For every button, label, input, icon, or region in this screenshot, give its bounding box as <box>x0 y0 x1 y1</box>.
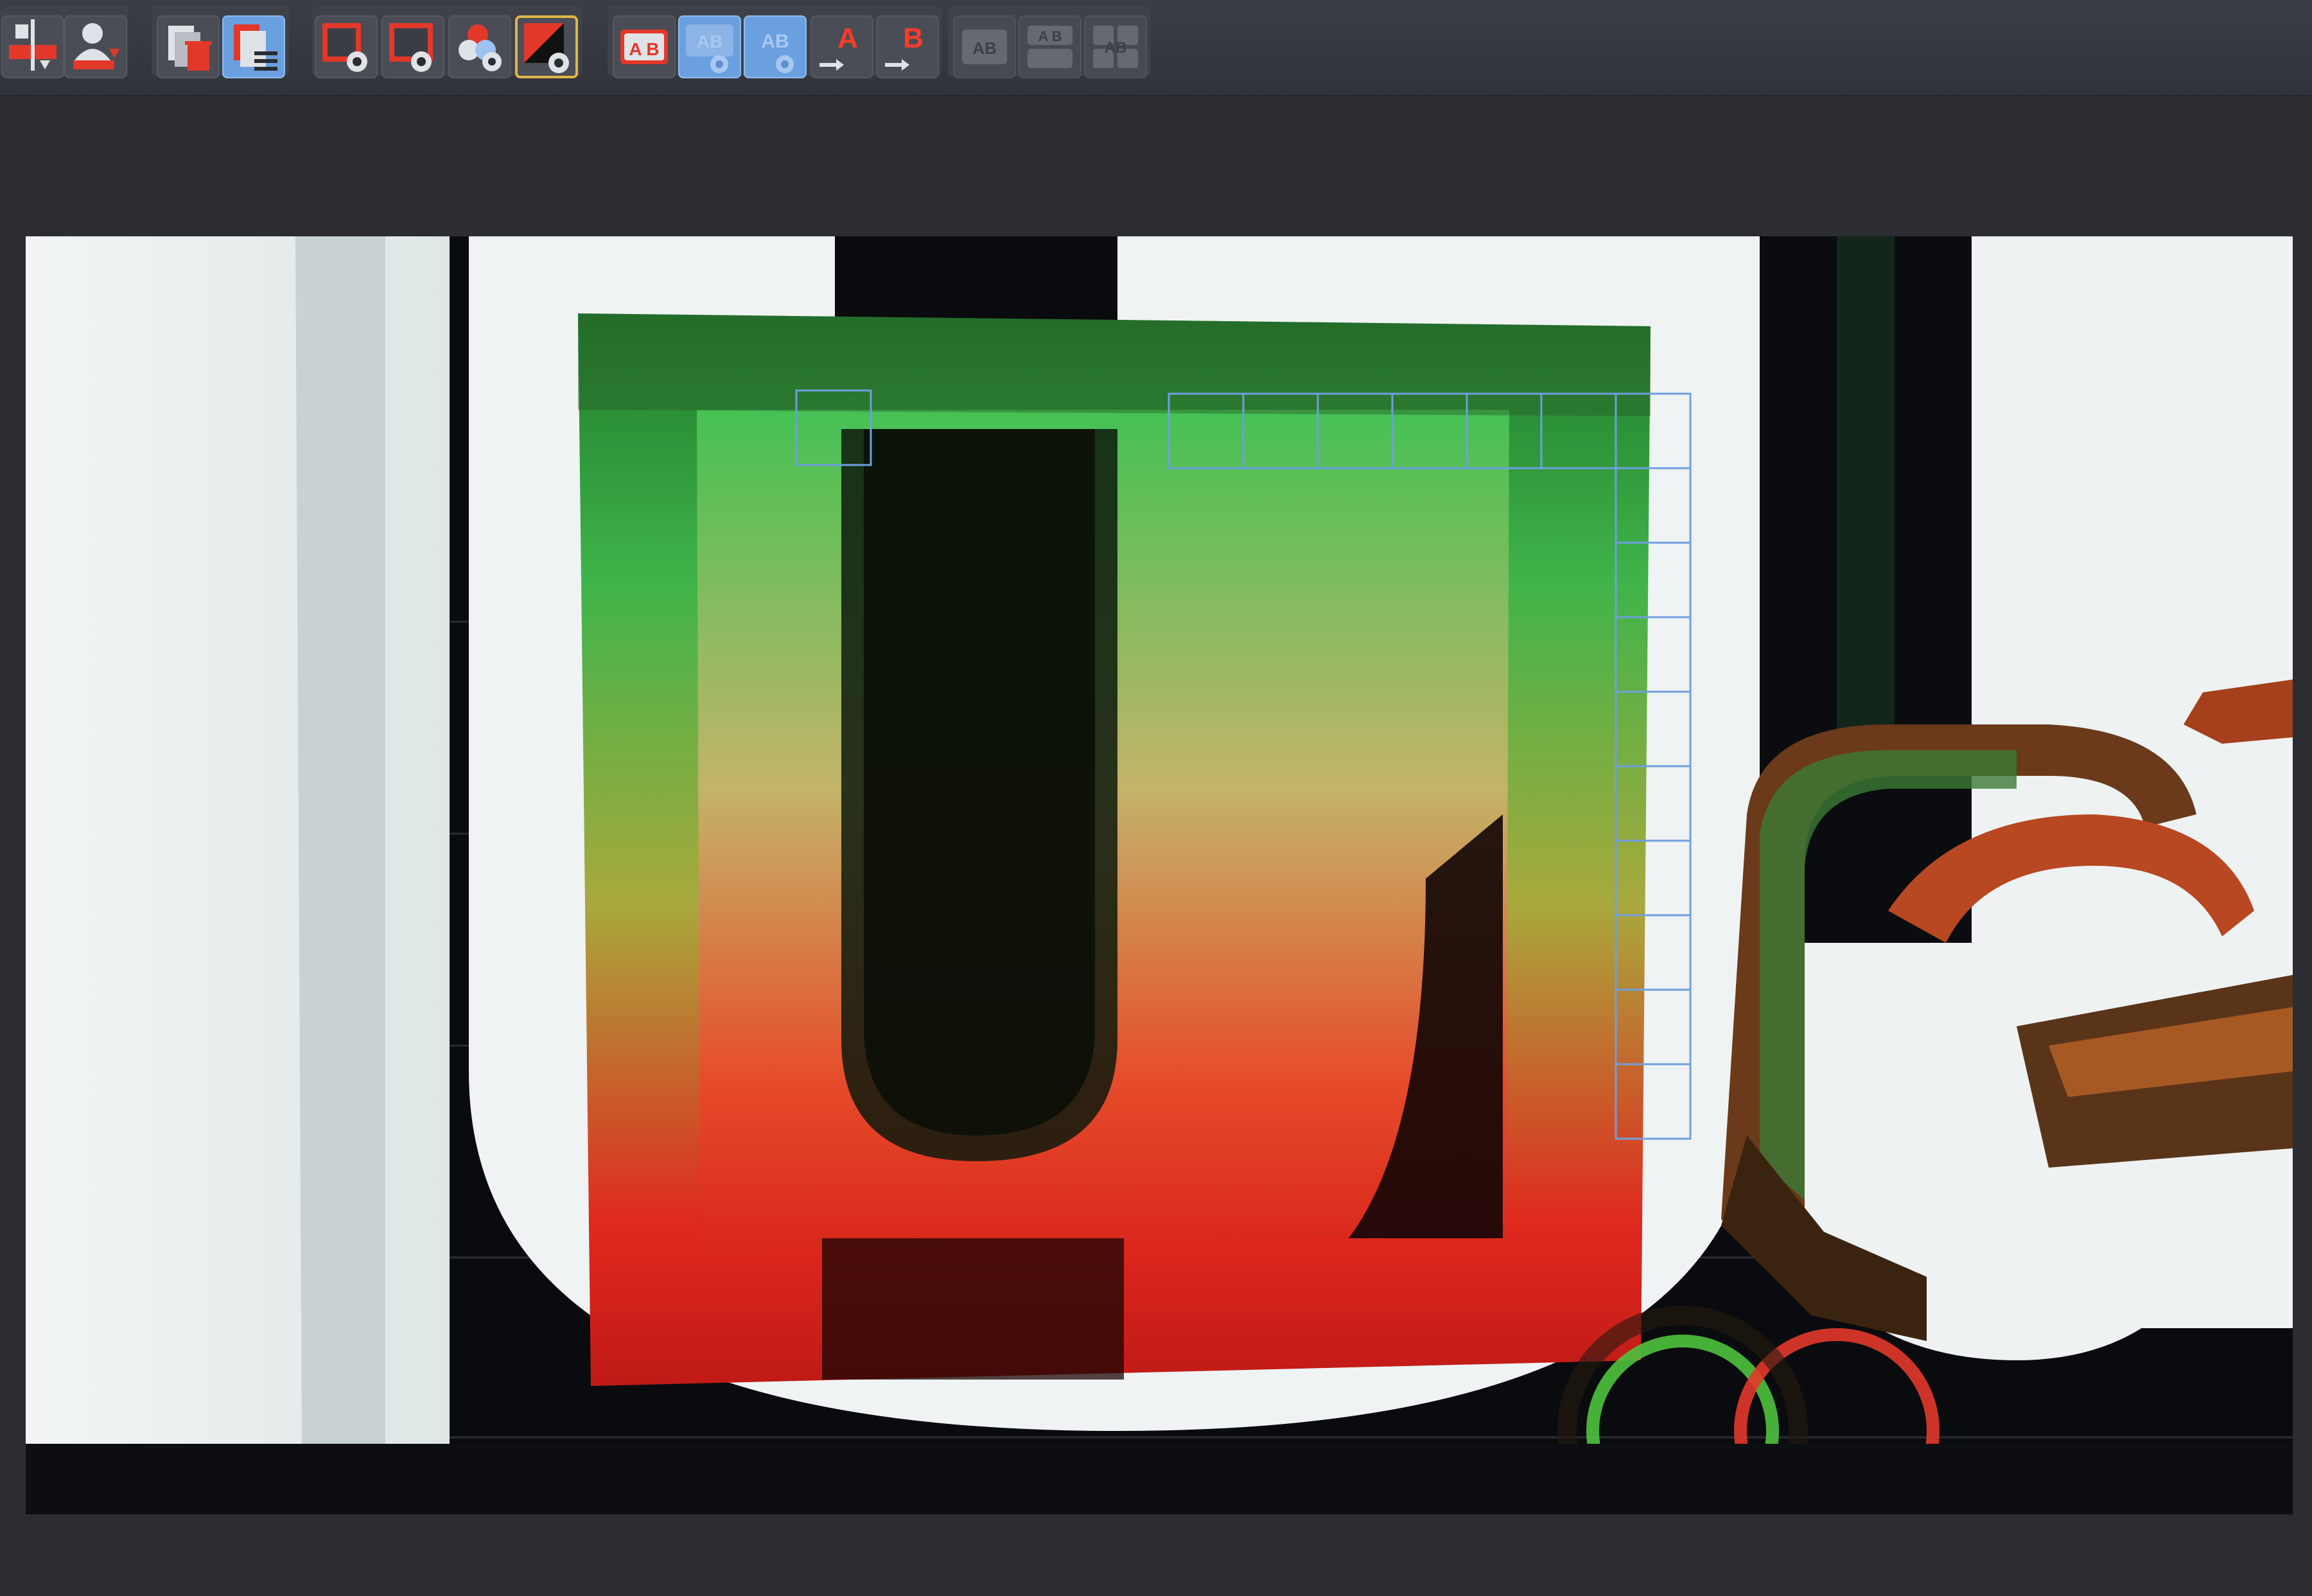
set-b-button[interactable]: B <box>876 15 939 78</box>
ab-icon: A B <box>620 30 668 64</box>
contrast-eye-icon <box>524 23 569 73</box>
list-copy-button[interactable] <box>222 15 285 78</box>
arrow-b-icon: B <box>885 22 924 71</box>
view-contrast-button[interactable] <box>515 15 578 78</box>
overlay-quad <box>578 313 1651 1386</box>
user-arrow-down-icon <box>73 23 119 69</box>
arrow-a-icon: A <box>819 22 858 71</box>
split-stack-label: A B <box>1038 28 1062 44</box>
view-group <box>312 6 582 78</box>
align-button[interactable] <box>1 15 64 78</box>
split-side-button[interactable]: AB <box>953 15 1016 78</box>
ab-label: A B <box>629 39 659 59</box>
left-wall-block <box>26 236 450 1444</box>
color-circles-eye-icon <box>459 24 502 71</box>
ab-eye-alt-icon: AB <box>761 31 794 73</box>
ab-view-alt-button[interactable]: AB <box>744 15 807 78</box>
split-group: AB A B AB <box>948 6 1151 78</box>
view-color-button[interactable] <box>448 15 511 78</box>
align-icon <box>9 19 57 71</box>
copy-group <box>152 6 289 78</box>
toolbar: A B AB AB A B AB A B AB <box>0 0 2312 96</box>
split-quad-icon: AB <box>1093 26 1138 68</box>
split-side-icon: AB <box>962 30 1007 64</box>
frame-eye-icon <box>322 23 367 72</box>
render-viewport[interactable] <box>26 236 2293 1514</box>
ab-view-label: AB <box>697 31 722 51</box>
scene-render <box>26 236 2293 1514</box>
ab-view-alt-label: AB <box>761 31 789 52</box>
split-quad-button[interactable]: AB <box>1084 15 1147 78</box>
frame-eye-alt-icon <box>389 23 433 72</box>
set-b-label: B <box>903 22 924 54</box>
delete-copy-button[interactable] <box>157 15 220 78</box>
view-frame-alt-button[interactable] <box>381 15 444 78</box>
ab-eye-icon: AB <box>686 24 733 73</box>
user-down-button[interactable] <box>64 15 127 78</box>
copy-trash-icon <box>168 26 212 71</box>
view-frame-button[interactable] <box>315 15 378 78</box>
copy-list-icon <box>234 24 277 71</box>
set-a-label: A <box>837 22 858 54</box>
split-stack-icon: A B <box>1028 26 1073 68</box>
split-side-label: AB <box>972 39 997 58</box>
layout-group <box>0 6 128 78</box>
split-quad-label: AB <box>1105 39 1127 57</box>
set-a-button[interactable]: A <box>810 15 873 78</box>
compare-group: A B AB AB A B <box>608 6 941 78</box>
ab-view-button[interactable]: AB <box>678 15 741 78</box>
ab-button[interactable]: A B <box>613 15 676 78</box>
split-stack-button[interactable]: A B <box>1019 15 1082 78</box>
